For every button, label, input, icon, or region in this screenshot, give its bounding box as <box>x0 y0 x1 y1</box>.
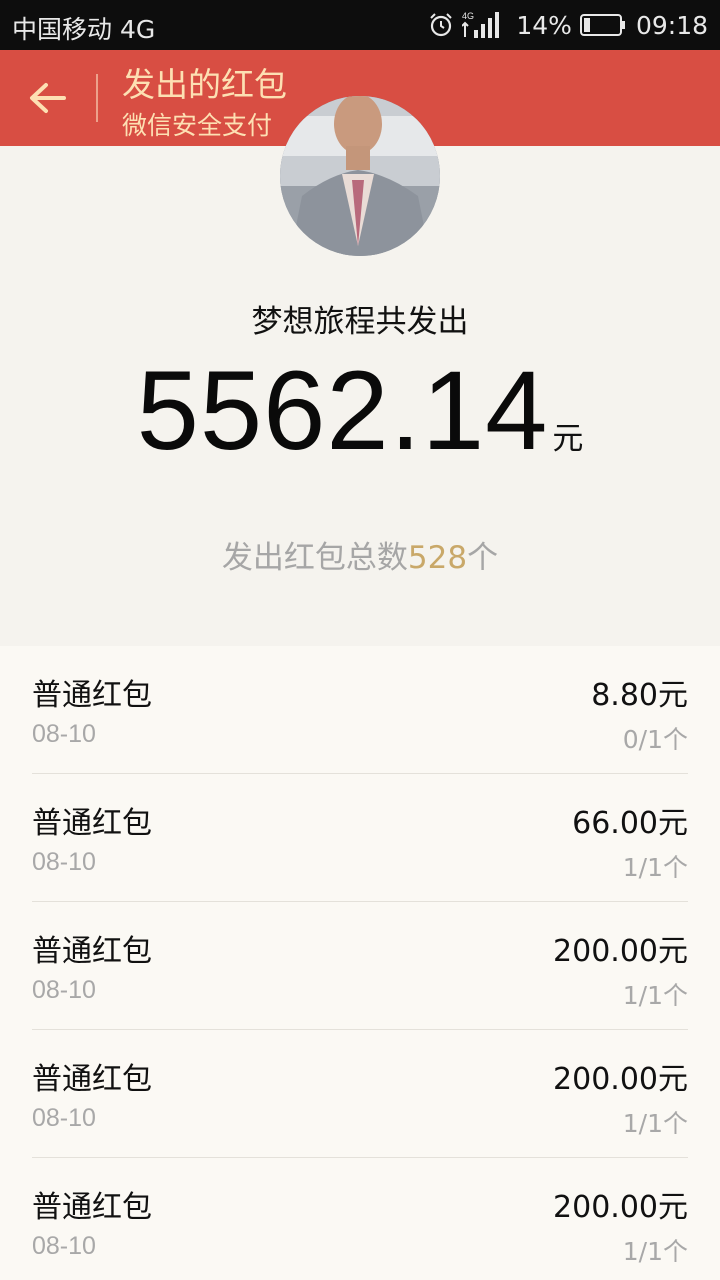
list-item[interactable]: 普通红包 08-10 200.00元 1/1个 <box>0 1030 720 1158</box>
packet-type: 普通红包 <box>32 806 152 841</box>
packet-amount: 200.00元 <box>553 934 688 969</box>
packet-opened-count: 1/1个 <box>622 853 688 882</box>
total-amount: 5562.14 元 <box>0 346 720 475</box>
packet-type: 普通红包 <box>32 678 152 713</box>
list-item[interactable]: 普通红包 08-10 66.00元 1/1个 <box>0 774 720 902</box>
alarm-clock-icon <box>430 13 453 37</box>
header-divider <box>96 74 98 122</box>
packet-type: 普通红包 <box>32 1062 152 1097</box>
status-bar: 中国移动 4G 4G 14% 09:18 <box>0 0 720 50</box>
currency-unit: 元 <box>552 421 584 457</box>
battery-percentage: 14% <box>516 10 572 40</box>
summary-panel: 梦想旅程共发出 5562.14 元 发出红包总数528个 <box>0 96 720 646</box>
clock: 09:18 <box>635 10 708 40</box>
page-subtitle: 微信安全支付 <box>122 111 273 140</box>
list-item[interactable]: 普通红包 08-10 200.00元 1/1个 <box>0 1158 720 1280</box>
total-count: 发出红包总数528个 <box>0 532 720 577</box>
signal-strength-icon: 4G <box>462 11 500 38</box>
list-item[interactable]: 普通红包 08-10 200.00元 1/1个 <box>0 902 720 1030</box>
packet-opened-count: 0/1个 <box>622 725 688 754</box>
page-title: 发出的红包 <box>122 65 287 104</box>
packet-date: 08-10 <box>32 848 96 876</box>
network-type-label: 4G <box>462 11 474 21</box>
total-amount-value: 5562.14 <box>136 348 549 473</box>
count-value: 528 <box>407 540 468 576</box>
packet-opened-count: 1/1个 <box>622 1109 688 1138</box>
packet-amount: 8.80元 <box>591 678 688 713</box>
sender-summary-label: 梦想旅程共发出 <box>251 304 469 340</box>
carrier-label: 中国移动 4G <box>12 15 156 44</box>
avatar-photo <box>280 96 440 256</box>
packet-type: 普通红包 <box>32 1190 152 1225</box>
packet-date: 08-10 <box>32 976 96 1004</box>
packet-opened-count: 1/1个 <box>622 1237 688 1266</box>
packet-amount: 200.00元 <box>553 1190 688 1225</box>
packet-type: 普通红包 <box>32 934 152 969</box>
battery-icon <box>579 14 625 36</box>
red-packet-list: 普通红包 08-10 8.80元 0/1个 普通红包 08-10 66.00元 … <box>0 646 720 1280</box>
packet-date: 08-10 <box>32 1232 96 1260</box>
packet-date: 08-10 <box>32 1104 96 1132</box>
avatar[interactable] <box>280 96 440 256</box>
packet-date: 08-10 <box>32 720 96 748</box>
back-arrow-icon[interactable] <box>24 78 72 118</box>
list-item[interactable]: 普通红包 08-10 8.80元 0/1个 <box>0 646 720 774</box>
packet-amount: 66.00元 <box>572 806 688 841</box>
packet-opened-count: 1/1个 <box>622 981 688 1010</box>
packet-amount: 200.00元 <box>553 1062 688 1097</box>
count-suffix: 个 <box>467 540 499 576</box>
count-prefix: 发出红包总数 <box>221 540 408 576</box>
status-icons: 4G 14% 09:18 <box>428 8 708 42</box>
